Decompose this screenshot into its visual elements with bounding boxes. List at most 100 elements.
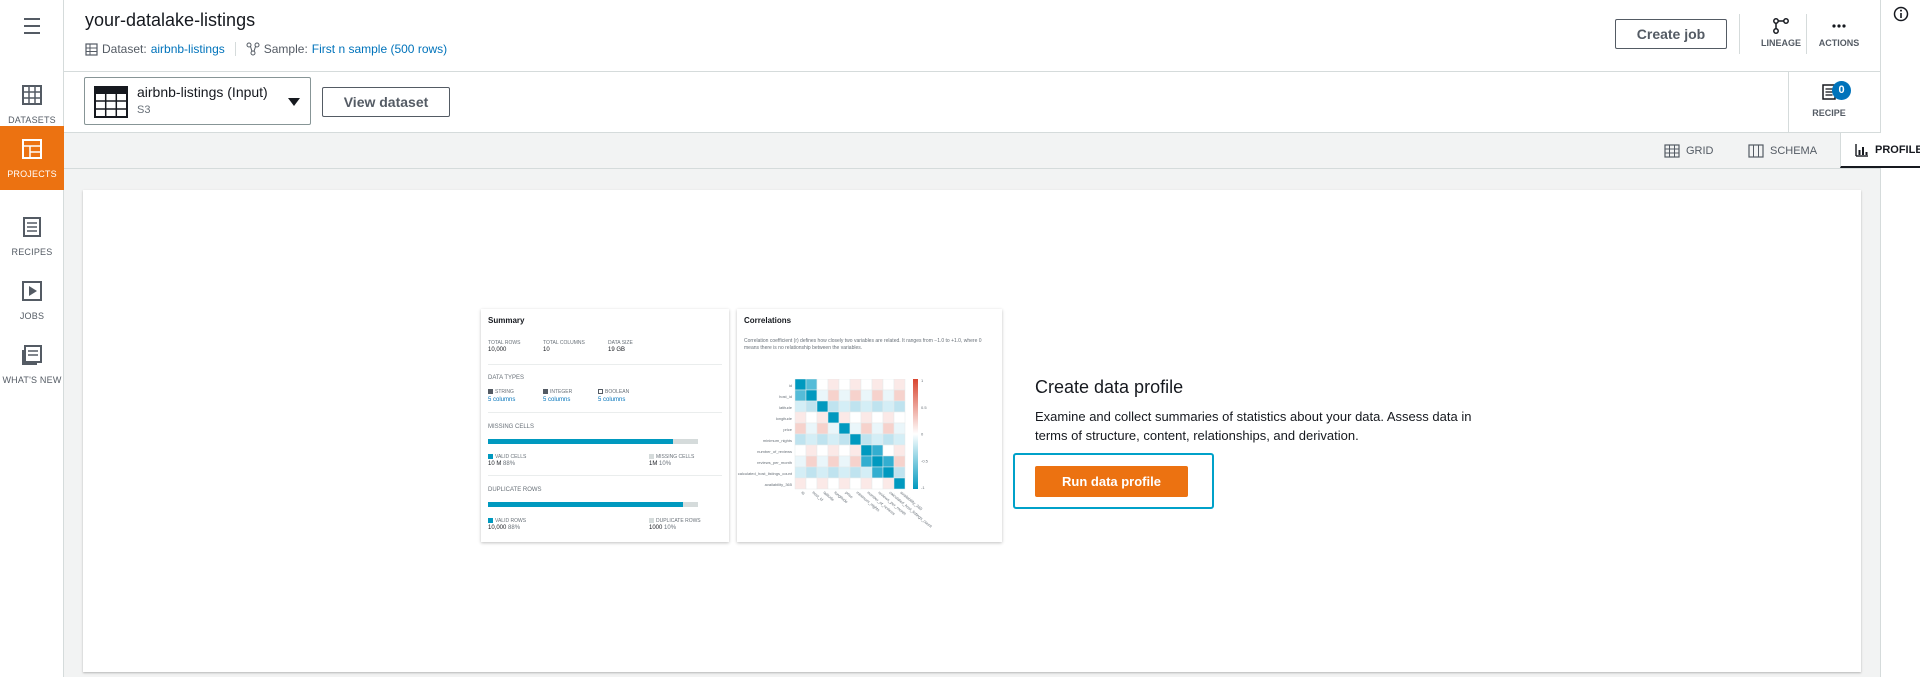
duplicate-rows-label: DUPLICATE ROWS xyxy=(488,487,542,493)
stat-value: 10,000 xyxy=(488,347,507,353)
nav-item-label: DATASETS xyxy=(8,115,56,125)
heatmap-cell xyxy=(838,379,851,391)
menu-hamburger-icon[interactable] xyxy=(20,18,44,38)
row-label: latitude xyxy=(779,405,793,410)
heatmap-cell xyxy=(860,389,873,402)
dataset-table-icon xyxy=(85,42,98,56)
summary-title: Summary xyxy=(488,316,525,325)
heatmap-cell xyxy=(838,400,851,413)
view-dataset-button[interactable]: View dataset xyxy=(322,87,450,117)
heatmap-cell xyxy=(816,466,829,479)
lineage-label: LINEAGE xyxy=(1760,38,1801,48)
dataset-selector[interactable]: airbnb-listings (Input) S3 xyxy=(84,77,311,125)
heatmap-cell xyxy=(849,433,862,446)
heatmap-cell xyxy=(849,411,862,424)
column-label: calculated_host_listings_count xyxy=(888,490,933,529)
missing-cells-label: MISSING CELLS xyxy=(488,424,535,430)
actions-button[interactable]: ACTIONS xyxy=(1814,18,1864,48)
info-icon[interactable] xyxy=(1893,6,1909,22)
divider xyxy=(1788,72,1789,133)
lineage-icon xyxy=(1773,18,1789,34)
actions-label: ACTIONS xyxy=(1818,38,1860,48)
stat-value: 10 xyxy=(543,347,550,353)
heatmap-cell xyxy=(794,411,807,424)
divider xyxy=(488,475,722,476)
help-panel-rail xyxy=(1880,0,1920,677)
valid-rows-value: 10,000 88% xyxy=(488,525,521,531)
summary-preview-card: Summary TOTAL ROWS 10,000 TOTAL COLUMNS … xyxy=(481,309,729,542)
heatmap-cell xyxy=(827,411,840,424)
heatmap-cell xyxy=(805,433,818,446)
duplicate-rows-value: 1000 10% xyxy=(649,525,677,531)
heatmap-cell xyxy=(882,411,895,424)
heatmap-cell xyxy=(827,400,840,413)
scale-label: -0.5 xyxy=(921,458,929,463)
scale-label: 0.5 xyxy=(921,405,927,410)
heatmap-cell xyxy=(860,444,873,457)
heatmap-cell xyxy=(849,389,862,402)
sample-link[interactable]: First n sample (500 rows) xyxy=(312,42,447,56)
dataset-toolbar: airbnb-listings (Input) S3 View dataset … xyxy=(64,72,1880,133)
valid-cells-value: 10 M 88% xyxy=(488,461,516,467)
tab-grid[interactable]: GRID xyxy=(1650,133,1728,168)
projects-icon xyxy=(22,139,42,159)
type-label: STRING xyxy=(488,389,514,395)
lineage-button[interactable]: LINEAGE xyxy=(1756,18,1806,48)
nav-item-projects[interactable]: PROJECTS xyxy=(0,126,64,190)
heatmap-cell xyxy=(805,422,818,435)
scale-label: 1 xyxy=(921,379,924,383)
heatmap-cell xyxy=(816,455,829,468)
run-data-profile-button[interactable]: Run data profile xyxy=(1035,466,1188,497)
more-dots-icon xyxy=(1832,24,1846,28)
heatmap-cell xyxy=(860,379,873,391)
heatmap-cell xyxy=(893,400,906,413)
heatmap-cell xyxy=(882,455,895,468)
nav-item-whats-new[interactable]: WHAT'S NEW xyxy=(0,332,64,394)
heatmap-cell xyxy=(849,422,862,435)
heatmap-cell xyxy=(816,411,829,424)
recipe-button[interactable]: 0 RECIPE xyxy=(1804,81,1854,118)
heatmap-cell xyxy=(882,466,895,479)
dataset-table-icon xyxy=(94,86,128,118)
row-label: reviews_per_month xyxy=(757,460,792,465)
profile-empty-state-panel: Summary TOTAL ROWS 10,000 TOTAL COLUMNS … xyxy=(83,190,1861,672)
heatmap-cell xyxy=(827,455,840,468)
tab-schema[interactable]: SCHEMA xyxy=(1734,133,1831,168)
heatmap-cell xyxy=(860,411,873,424)
type-value: 5 columns xyxy=(488,397,516,403)
correlation-heatmap: ididhost_idhost_idlatitudelatitudelongit… xyxy=(738,379,934,529)
stat-value: 19 GB xyxy=(608,347,626,353)
row-label: host_id xyxy=(779,394,792,399)
nav-item-recipes[interactable]: RECIPES xyxy=(0,204,64,266)
nav-item-jobs[interactable]: JOBS xyxy=(0,268,64,330)
whats-new-icon xyxy=(22,345,42,365)
heatmap-cell xyxy=(860,466,873,479)
tab-label: PROFILE xyxy=(1875,143,1920,156)
heatmap-cell xyxy=(871,422,884,435)
heatmap-cell xyxy=(849,455,862,468)
divider xyxy=(1739,14,1740,54)
heatmap-cell xyxy=(893,411,906,424)
heatmap-cell xyxy=(838,433,851,446)
nav-item-datasets[interactable]: DATASETS xyxy=(0,72,64,134)
heatmap-cell xyxy=(827,433,840,446)
heatmap-cell xyxy=(849,400,862,413)
duplicate-rows-bar xyxy=(488,502,698,507)
color-scale xyxy=(913,379,918,489)
stat-label: TOTAL ROWS xyxy=(488,340,521,346)
legend-valid-cells: VALID CELLS xyxy=(488,454,526,460)
tab-profile[interactable]: PROFILE xyxy=(1840,133,1920,168)
heatmap-cell xyxy=(794,422,807,435)
create-job-button[interactable]: Create job xyxy=(1615,19,1727,49)
heatmap-cell xyxy=(805,400,818,413)
profile-canvas: Summary TOTAL ROWS 10,000 TOTAL COLUMNS … xyxy=(64,169,1880,677)
heatmap-cell xyxy=(805,379,818,391)
correlations-description: Correlation coefficient (r) defines how … xyxy=(744,338,982,351)
missing-cells-bar-fill xyxy=(488,439,673,444)
nav-item-label: PROJECTS xyxy=(7,169,57,179)
create-profile-title: Create data profile xyxy=(1035,377,1184,397)
recipes-icon xyxy=(23,217,41,237)
heatmap-cell xyxy=(860,433,873,446)
nav-item-label: WHAT'S NEW xyxy=(2,375,62,385)
dataset-link[interactable]: airbnb-listings xyxy=(151,42,225,56)
